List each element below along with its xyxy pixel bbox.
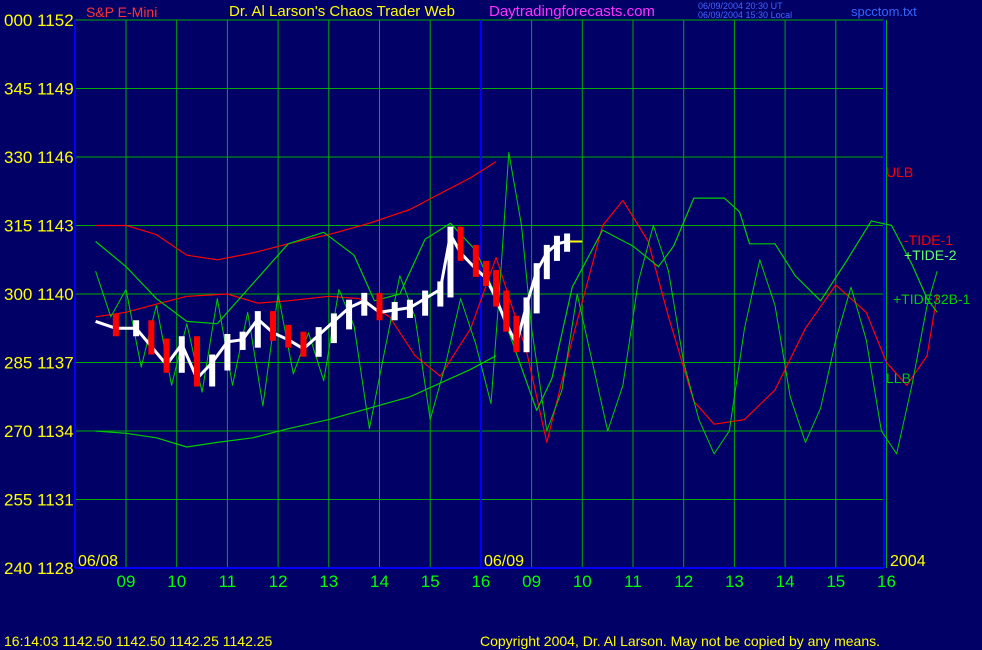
x-hour-label: 13 bbox=[319, 572, 338, 591]
price-bar bbox=[457, 226, 464, 261]
price-bar bbox=[422, 290, 429, 316]
price-bar bbox=[472, 244, 479, 277]
price-bar bbox=[133, 320, 140, 337]
price-bar bbox=[447, 226, 454, 298]
price-bar bbox=[482, 260, 489, 287]
price-bar bbox=[239, 331, 246, 350]
price-bar bbox=[513, 315, 520, 353]
y-tick-label: 300 1140 bbox=[4, 285, 74, 304]
price-bar bbox=[270, 311, 277, 341]
price-bar bbox=[254, 311, 261, 348]
filename: spcctom.txt bbox=[851, 4, 917, 19]
series-llb bbox=[95, 355, 497, 448]
x-hour-label: 09 bbox=[522, 572, 541, 591]
label-tide2: +TIDE-2 bbox=[904, 247, 957, 263]
price-bar bbox=[523, 297, 530, 353]
y-tick-label: 285 1137 bbox=[4, 354, 74, 373]
price-bar bbox=[285, 324, 292, 348]
x-hour-label: 14 bbox=[776, 572, 795, 591]
label-ulb: ULB bbox=[886, 164, 913, 180]
date-label-year: 2004 bbox=[890, 553, 926, 570]
price-bar bbox=[503, 290, 510, 332]
x-hour-label: 12 bbox=[269, 572, 288, 591]
x-hour-label: 10 bbox=[573, 572, 592, 591]
y-tick-label: 330 1146 bbox=[4, 148, 74, 167]
x-hour-label: 09 bbox=[117, 572, 136, 591]
y-tick-label: 255 1131 bbox=[4, 491, 74, 510]
x-hour-label: 11 bbox=[624, 572, 642, 591]
date-label-start: 06/08 bbox=[78, 553, 118, 570]
x-hour-label: 16 bbox=[471, 572, 490, 591]
y-tick-label: 315 1143 bbox=[4, 217, 74, 236]
label-tide1: -TIDE-1 bbox=[904, 232, 953, 248]
price-bar bbox=[391, 301, 398, 321]
price-bar bbox=[361, 292, 368, 316]
date-label-mid: 06/09 bbox=[484, 553, 524, 570]
price-bar bbox=[315, 327, 322, 357]
y-tick-label: 270 1134 bbox=[4, 422, 74, 441]
series-tide32 bbox=[95, 151, 938, 455]
price-bar bbox=[178, 336, 185, 373]
price-bar bbox=[163, 338, 170, 373]
price-bar bbox=[553, 235, 560, 261]
timestamp-local: 06/09/2004 15:30 Local bbox=[698, 10, 793, 20]
price-bar bbox=[376, 292, 383, 321]
price-bar bbox=[533, 263, 540, 314]
site-url: Daytradingforecasts.com bbox=[489, 3, 655, 20]
footer-quote: 16:14:03 1142.50 1142.50 1142.25 1142.25 bbox=[4, 633, 273, 649]
price-bar bbox=[346, 299, 353, 330]
series-ulb bbox=[95, 161, 497, 261]
footer-copyright: Copyright 2004, Dr. Al Larson. May not b… bbox=[480, 633, 881, 649]
price-bar bbox=[148, 320, 155, 355]
instrument-title: S&P E-Mini bbox=[86, 4, 158, 20]
price-bar bbox=[112, 313, 119, 337]
x-hour-label: 14 bbox=[370, 572, 389, 591]
site-title: Dr. Al Larson's Chaos Trader Web bbox=[229, 3, 456, 20]
x-hour-label: 16 bbox=[877, 572, 896, 591]
y-tick-label: 240 1128 bbox=[4, 559, 74, 578]
x-hour-label: 12 bbox=[674, 572, 693, 591]
price-bar bbox=[437, 281, 444, 307]
x-hour-label: 15 bbox=[421, 572, 440, 591]
y-tick-label: 345 1149 bbox=[4, 80, 74, 99]
price-bar bbox=[224, 333, 231, 371]
x-hour-label: 13 bbox=[725, 572, 744, 591]
price-bar bbox=[330, 313, 337, 344]
label-tide32: +TIDE32B-1 bbox=[893, 291, 971, 307]
price-bar bbox=[564, 233, 571, 252]
x-hour-label: 11 bbox=[219, 572, 237, 591]
price-bar bbox=[300, 331, 307, 357]
price-bar bbox=[493, 270, 500, 307]
x-hour-label: 15 bbox=[826, 572, 845, 591]
label-llb: LLB bbox=[886, 370, 911, 386]
x-hour-label: 10 bbox=[167, 572, 186, 591]
price-bar bbox=[193, 336, 200, 387]
price-bar bbox=[406, 299, 413, 318]
y-tick-label: 000 1152 bbox=[4, 11, 74, 30]
price-bar bbox=[543, 244, 550, 280]
series-tide2 bbox=[95, 197, 938, 411]
chaos-trader-chart: 000 1152 345 1149 330 1146 315 1143 300 1140… bbox=[4, 11, 971, 591]
price-bar bbox=[209, 354, 216, 387]
